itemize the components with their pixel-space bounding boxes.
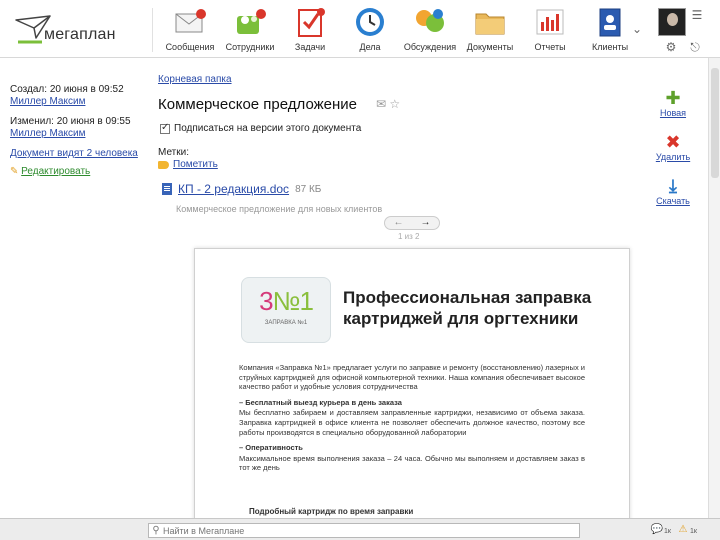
download-label: Скачать	[656, 196, 690, 206]
nav-discussions[interactable]: Обсуждения	[400, 4, 460, 54]
labels-title: Метки:	[158, 147, 189, 158]
preview-point-1-text: Мы бесплатно забираем и доставляем запра…	[239, 408, 585, 437]
logo-subtitle: ЗАПРАВКА №1	[264, 320, 308, 326]
chat-icon	[416, 9, 444, 32]
page: мегаплан Сообщения Сотрудники Задачи Дел…	[0, 0, 720, 540]
tag-icon	[158, 160, 169, 169]
chat-count: 1к	[664, 528, 671, 535]
subscribe-label: Подписаться на версии этого документа	[174, 123, 362, 134]
add-label-row[interactable]: Пометить	[158, 159, 218, 170]
bottom-bar: ⚲ 💬 1к ⚠ 1к	[0, 518, 720, 540]
document-meta: Создал: 20 июня в 09:52 Миллер Максим Из…	[10, 84, 150, 178]
nav-label: Сотрудники	[225, 42, 275, 52]
next-page-button[interactable]: →	[412, 217, 439, 229]
nav-tasks[interactable]: Задачи	[280, 4, 340, 54]
nav-employees[interactable]: Сотрудники	[220, 4, 280, 54]
star-icon[interactable]: ☆	[389, 97, 400, 111]
preview-heading: Профессиональная заправка картриджей для…	[343, 288, 592, 328]
mail-icon[interactable]: ✉	[376, 97, 386, 111]
nav-deeds[interactable]: Дела	[340, 4, 400, 54]
delete-label: Удалить	[655, 152, 691, 162]
folder-icon	[475, 13, 505, 35]
chart-icon	[536, 9, 564, 35]
main-nav: Сообщения Сотрудники Задачи Дела Обсужде…	[160, 4, 640, 54]
created-by-link[interactable]: Миллер Максим	[10, 96, 85, 107]
envelope-icon	[175, 9, 206, 33]
chevron-down-icon[interactable]: ⌄	[630, 22, 644, 36]
chat-bubble-icon[interactable]: 💬	[650, 523, 664, 537]
created-label: Создал: 20 июня в 09:52	[10, 84, 124, 95]
download-button[interactable]: ⤓ Скачать	[650, 176, 696, 220]
subscribe-row[interactable]: Подписаться на версии этого документа	[160, 122, 362, 134]
top-header: мегаплан Сообщения Сотрудники Задачи Дел…	[0, 0, 720, 58]
file-row: КП - 2 редакция.doc 87 КБ	[162, 182, 321, 196]
download-arrow-icon: ⤓	[669, 176, 677, 196]
nav-label: Документы	[466, 42, 514, 52]
people-icon	[237, 9, 266, 34]
visible-to-link[interactable]: Документ видят 2 человека	[10, 148, 138, 159]
preview-intro: Компания «Заправка №1» предлагает услуги…	[239, 363, 585, 392]
nav-label: Задачи	[294, 42, 326, 52]
file-size: 87 КБ	[295, 183, 322, 195]
header-divider	[152, 8, 153, 52]
subscribe-checkbox[interactable]	[160, 122, 170, 134]
search-icon: ⚲	[152, 525, 160, 536]
changed-by-link[interactable]: Миллер Максим	[10, 128, 85, 139]
pencil-icon: ✎	[10, 166, 19, 177]
settings-icon[interactable]: ⚙	[664, 40, 678, 54]
preview-body: Компания «Заправка №1» предлагает услуги…	[239, 363, 585, 479]
preview-point-2-text: Максимальное время выполнения заказа – 2…	[239, 453, 585, 473]
logo-digit: 3	[259, 286, 274, 316]
warning-count: 1к	[690, 528, 697, 535]
edit-link[interactable]: Редактировать	[21, 166, 90, 177]
preview-table-title: Подробный картридж по время заправки	[249, 507, 414, 516]
changed-label: Изменил: 20 июня в 09:55	[10, 116, 131, 127]
logo-number: 3№1	[242, 286, 330, 317]
tasks-icon	[298, 8, 325, 37]
page-count: 1 из 2	[398, 232, 420, 241]
logo-text: мегаплан	[44, 26, 116, 43]
megaplan-logo[interactable]: мегаплан	[14, 14, 134, 46]
search-box[interactable]: ⚲	[148, 523, 580, 538]
scroll-thumb[interactable]	[711, 68, 719, 178]
nav-documents[interactable]: Документы	[460, 4, 520, 54]
breadcrumb[interactable]: Корневая папка	[158, 74, 232, 85]
page-pager: ← →	[384, 216, 440, 230]
preview-point-1-title: – Бесплатный выезд курьера в день заказа	[239, 397, 402, 407]
file-name-link[interactable]: КП - 2 редакция.doc	[178, 182, 289, 196]
add-label-link[interactable]: Пометить	[173, 159, 218, 170]
nav-label: Сообщения	[165, 42, 215, 52]
word-doc-icon	[162, 183, 172, 195]
nav-reports[interactable]: Отчеты	[520, 4, 580, 54]
warning-icon[interactable]: ⚠	[676, 523, 690, 537]
page-title: Коммерческое предложение	[158, 96, 358, 113]
clock-icon	[356, 8, 384, 36]
new-version-button[interactable]: ✚ Новая	[650, 88, 696, 132]
title-icons: ✉ ☆	[376, 97, 400, 111]
delete-button[interactable]: ✖ Удалить	[650, 132, 696, 176]
search-input[interactable]	[163, 525, 579, 536]
company-logo: 3№1 ЗАПРАВКА №1	[241, 277, 331, 343]
plus-icon: ✚	[665, 88, 681, 108]
logo-number-sign: №1	[272, 286, 314, 316]
delete-x-icon: ✖	[665, 132, 681, 152]
new-version-label: Новая	[659, 108, 687, 118]
contacts-book-icon	[599, 8, 621, 37]
page-scrollbar[interactable]	[708, 58, 720, 518]
prev-page-button[interactable]: ←	[385, 217, 412, 229]
nav-messages[interactable]: Сообщения	[160, 4, 220, 54]
preview-point-2-title: – Оперативность	[239, 443, 303, 453]
nav-label: Клиенты	[591, 42, 629, 52]
nav-label: Дела	[359, 42, 381, 52]
user-avatar[interactable]	[658, 8, 686, 36]
document-actions: ✚ Новая ✖ Удалить ⤓ Скачать	[650, 88, 696, 220]
logout-icon[interactable]: ⎋	[688, 40, 702, 54]
nav-label: Обсуждения	[403, 42, 457, 52]
nav-label: Отчеты	[534, 42, 566, 52]
file-description: Коммерческое предложение для новых клиен…	[176, 204, 383, 214]
menu-icon[interactable]: ☰	[690, 8, 704, 22]
document-preview[interactable]: 3№1 ЗАПРАВКА №1 Профессиональная заправк…	[194, 248, 630, 526]
